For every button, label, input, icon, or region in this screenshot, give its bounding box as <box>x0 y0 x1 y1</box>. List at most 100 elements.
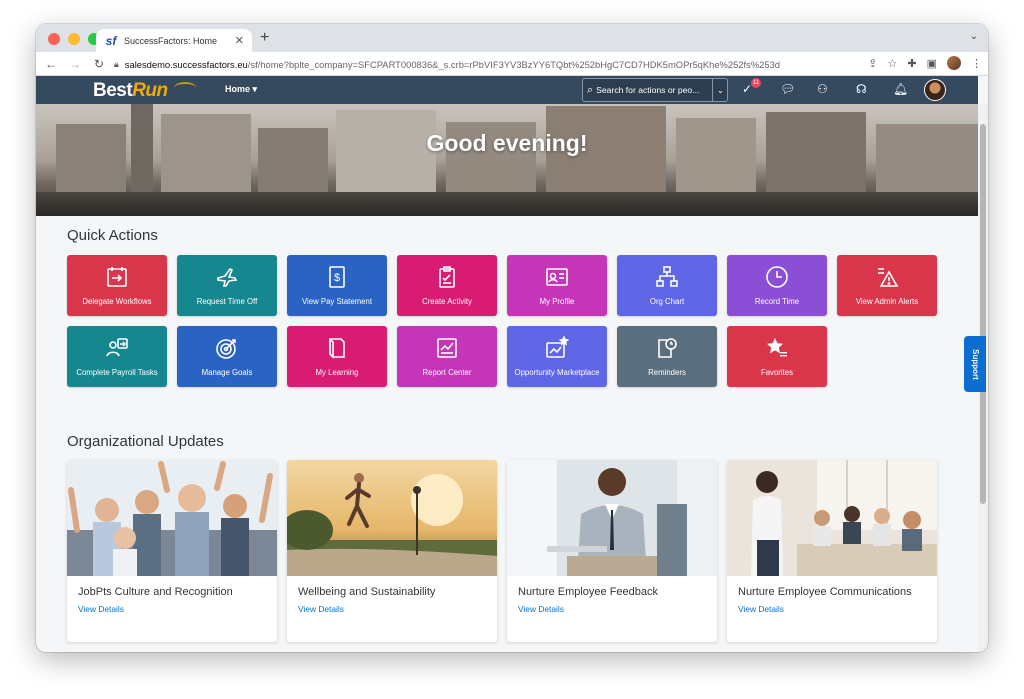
tile-label: Complete Payroll Tasks <box>76 368 158 377</box>
card-title: Wellbeing and Sustainability <box>298 586 436 598</box>
tile-view-admin-alerts[interactable]: View Admin Alerts <box>837 255 937 316</box>
bestrun-logo[interactable]: BestRun <box>93 80 168 102</box>
bookmark-star-icon[interactable]: ☆ <box>888 57 898 70</box>
clipboard-icon <box>439 266 455 288</box>
back-arrow-icon[interactable]: ← <box>42 57 60 71</box>
marketplace-icon <box>546 336 569 358</box>
card-title: Nurture Employee Communications <box>738 586 912 598</box>
tab-bar: sf SuccessFactors: Home ✕ + ⌄ <box>36 24 988 52</box>
close-tab-icon[interactable]: ✕ <box>235 34 244 47</box>
delegate-icon <box>107 267 127 287</box>
tile-label: Delegate Workflows <box>82 297 152 306</box>
tile-label: My Learning <box>315 368 359 377</box>
tile-opportunity-marketplace[interactable]: Opportunity Marketplace <box>507 326 607 387</box>
home-menu-button[interactable]: Home ▾ <box>225 84 257 95</box>
employee-feedback-image <box>507 460 717 576</box>
help-headset-icon[interactable]: ☊ <box>856 82 867 96</box>
tile-favorites[interactable]: Favorites <box>727 326 827 387</box>
update-card[interactable]: Wellbeing and Sustainability View Detail… <box>287 460 497 642</box>
forward-arrow-icon[interactable]: → <box>66 57 84 71</box>
tile-view-pay-statement[interactable]: $ View Pay Statement <box>287 255 387 316</box>
support-label: Support <box>970 348 980 380</box>
tile-request-time-off[interactable]: Request Time Off <box>177 255 277 316</box>
celebrating-team-image <box>67 460 277 576</box>
logo-swoosh-icon <box>174 82 196 94</box>
tile-my-learning[interactable]: My Learning <box>287 326 387 387</box>
chat-icon[interactable]: 💬︎ <box>780 82 795 96</box>
tile-create-activity[interactable]: Create Activity <box>397 255 497 316</box>
target-icon <box>216 339 236 359</box>
browser-menu-icon[interactable]: ⋮ <box>971 57 982 70</box>
global-search-input[interactable]: ⌕ Search for actions or peo... <box>582 78 728 102</box>
user-avatar[interactable] <box>924 79 946 101</box>
tile-label: Opportunity Marketplace <box>514 368 600 377</box>
tile-label: My Profile <box>539 297 575 306</box>
tile-label: Record Time <box>754 297 800 306</box>
logo-text-best: Best <box>93 80 133 101</box>
sf-favicon-icon: sf <box>105 33 117 48</box>
sidebar-icon[interactable]: ▣ <box>927 57 937 70</box>
scrollbar-thumb[interactable] <box>980 124 986 504</box>
card-title: JobPts Culture and Recognition <box>78 586 233 598</box>
support-button[interactable]: Support <box>964 336 986 392</box>
tile-manage-goals[interactable]: Manage Goals <box>177 326 277 387</box>
share-icon[interactable]: ⇪ <box>868 57 877 70</box>
alert-icon <box>878 268 899 287</box>
airplane-icon <box>217 267 238 287</box>
app-header: BestRun Home ▾ ⌕ Search for actions or p… <box>36 76 978 104</box>
url-path: /sf/home?bplte_company=SFCPART000836&_s.… <box>247 58 781 70</box>
tile-complete-payroll-tasks[interactable]: Complete Payroll Tasks <box>67 326 167 387</box>
quick-actions-heading: Quick Actions <box>67 227 158 244</box>
people-icon[interactable]: ⚇ <box>817 82 828 96</box>
bell-icon[interactable]: 🔔︎ <box>893 82 908 96</box>
logo-text-run: Run <box>132 80 168 101</box>
tile-label: Org Chart <box>649 297 685 306</box>
browser-tab[interactable]: sf SuccessFactors: Home ✕ <box>96 29 252 52</box>
home-menu-label: Home <box>225 84 251 94</box>
card-title: Nurture Employee Feedback <box>518 586 659 598</box>
tile-my-profile[interactable]: My Profile <box>507 255 607 316</box>
view-details-link[interactable]: View Details <box>298 604 344 614</box>
tile-reminders[interactable]: Reminders <box>617 326 717 387</box>
search-icon: ⌕ <box>587 83 594 96</box>
tab-search-chevron-icon[interactable]: ⌄ <box>970 31 978 42</box>
hero-banner: Good evening! <box>36 104 978 216</box>
browser-window: sf SuccessFactors: Home ✕ + ⌄ ← → ↻ 🔒︎ s… <box>36 24 988 652</box>
star-icon <box>767 338 787 357</box>
minimize-window-button[interactable] <box>68 33 80 45</box>
greeting-heading: Good evening! <box>426 130 588 156</box>
book-icon <box>329 338 345 359</box>
update-card[interactable]: JobPts Culture and Recognition View Deta… <box>67 460 277 642</box>
lock-icon: 🔒︎ <box>114 58 119 69</box>
close-window-button[interactable] <box>48 33 60 45</box>
tile-label: Report Center <box>422 368 472 377</box>
view-details-link[interactable]: View Details <box>738 604 784 614</box>
reminder-icon <box>658 338 677 358</box>
view-details-link[interactable]: View Details <box>518 604 564 614</box>
clock-icon <box>766 266 788 288</box>
tile-label: View Admin Alerts <box>855 297 919 306</box>
profile-card-icon <box>546 268 568 286</box>
tile-label: Reminders <box>648 368 686 377</box>
update-card[interactable]: Nurture Employee Feedback View Details <box>507 460 717 642</box>
url-host: salesdemo.successfactors.eu <box>124 58 248 70</box>
view-details-link[interactable]: View Details <box>78 604 124 614</box>
browser-profile-avatar[interactable] <box>947 56 961 70</box>
extensions-puzzle-icon[interactable]: ✚ <box>907 57 916 70</box>
tile-record-time[interactable]: Record Time <box>727 255 827 316</box>
tile-org-chart[interactable]: Org Chart <box>617 255 717 316</box>
svg-text:$: $ <box>334 272 340 284</box>
tile-label: Request Time Off <box>196 297 258 306</box>
tile-label: View Pay Statement <box>301 297 373 306</box>
reload-icon[interactable]: ↻ <box>90 57 108 71</box>
payroll-icon <box>106 338 128 357</box>
chevron-down-icon: ▾ <box>252 84 258 94</box>
tab-title: SuccessFactors: Home <box>124 35 218 46</box>
url-field[interactable]: 🔒︎ salesdemo.successfactors.eu/sf/home?b… <box>114 55 834 73</box>
tile-report-center[interactable]: Report Center <box>397 326 497 387</box>
search-scope-dropdown[interactable]: ⌄ <box>712 78 728 102</box>
new-tab-button[interactable]: + <box>260 29 269 47</box>
update-card[interactable]: Nurture Employee Communications View Det… <box>727 460 937 642</box>
tile-delegate-workflows[interactable]: Delegate Workflows <box>67 255 167 316</box>
report-icon <box>437 338 457 358</box>
